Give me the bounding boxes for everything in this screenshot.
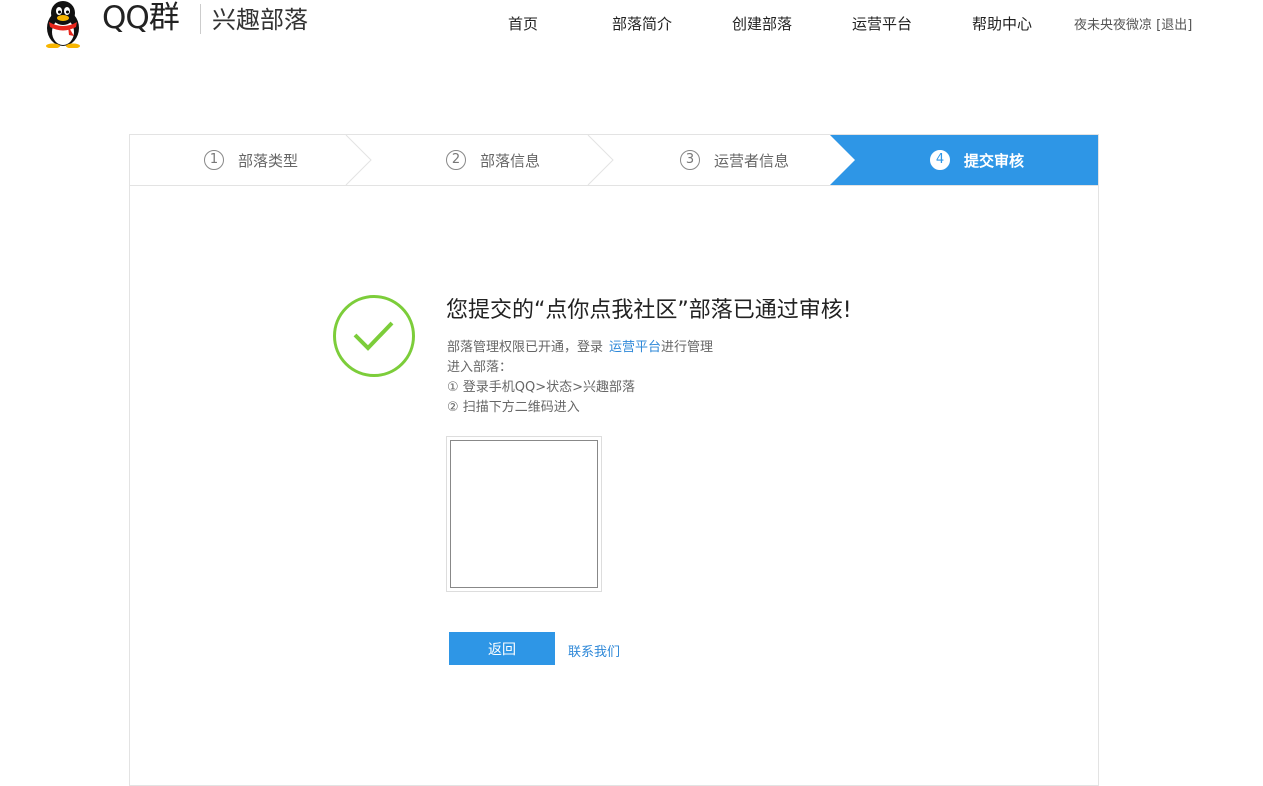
logo-title[interactable]: QQ群 <box>102 0 180 38</box>
step-number: 1 <box>204 150 224 170</box>
info-line-step2: ② 扫描下方二维码进入 <box>447 400 580 415</box>
info-line-management: 部落管理权限已开通，登录 运营平台进行管理 <box>447 338 713 358</box>
back-button[interactable]: 返回 <box>449 632 555 665</box>
nav-item-help[interactable]: 帮助中心 <box>972 14 1032 34</box>
result-title: 您提交的“点你点我社区”部落已通过审核! <box>446 298 852 323</box>
step-label: 部落信息 <box>480 151 541 170</box>
step-number: 3 <box>680 150 700 170</box>
step-number: 4 <box>930 150 950 170</box>
step-1: 1 部落类型 <box>204 135 298 185</box>
info-text: 部落管理权限已开通，登录 <box>447 340 604 355</box>
step-2: 2 部落信息 <box>446 135 540 185</box>
result-info: 部落管理权限已开通，登录 运营平台进行管理 进入部落： ① 登录手机QQ>状态>兴… <box>447 338 713 418</box>
nav-item-create[interactable]: 创建部落 <box>732 14 792 34</box>
progress-steps: 1 部落类型 2 部落信息 3 运营者信息 4 提交审核 <box>130 135 1098 186</box>
info-text: 进行管理 <box>661 340 714 355</box>
user-name[interactable]: 夜未央夜微凉 <box>1074 18 1152 33</box>
step-label: 提交审核 <box>964 151 1025 170</box>
info-line-step1: ① 登录手机QQ>状态>兴趣部落 <box>447 380 636 395</box>
qr-code-image[interactable] <box>450 440 598 588</box>
step-4-active: 4 提交审核 <box>930 135 1024 185</box>
logout-link[interactable]: [退出] <box>1156 18 1192 33</box>
top-header: QQ群 兴趣部落 首页 部落简介 创建部落 运营平台 帮助中心 夜未央夜微凉 [… <box>0 0 1263 50</box>
step-number: 2 <box>446 150 466 170</box>
user-info: 夜未央夜微凉 [退出] <box>1074 17 1192 35</box>
success-check-icon <box>333 295 415 377</box>
nav-item-intro[interactable]: 部落简介 <box>612 14 672 34</box>
logo-divider <box>200 4 201 34</box>
operations-platform-link[interactable]: 运营平台 <box>603 340 661 355</box>
qq-penguin-logo-icon[interactable] <box>38 0 88 48</box>
info-line-enter: 进入部落： <box>447 360 513 375</box>
step-3: 3 运营者信息 <box>680 135 789 185</box>
contact-us-link[interactable]: 联系我们 <box>568 641 620 660</box>
nav-item-home[interactable]: 首页 <box>508 14 538 34</box>
logo-subtitle[interactable]: 兴趣部落 <box>212 2 308 38</box>
step-label: 运营者信息 <box>714 151 790 170</box>
nav-item-operations[interactable]: 运营平台 <box>852 14 912 34</box>
qr-code-frame <box>446 436 602 592</box>
step-label: 部落类型 <box>238 151 299 170</box>
content-card: 1 部落类型 2 部落信息 3 运营者信息 4 提交审核 您提交的“点你点我社区… <box>129 134 1099 786</box>
